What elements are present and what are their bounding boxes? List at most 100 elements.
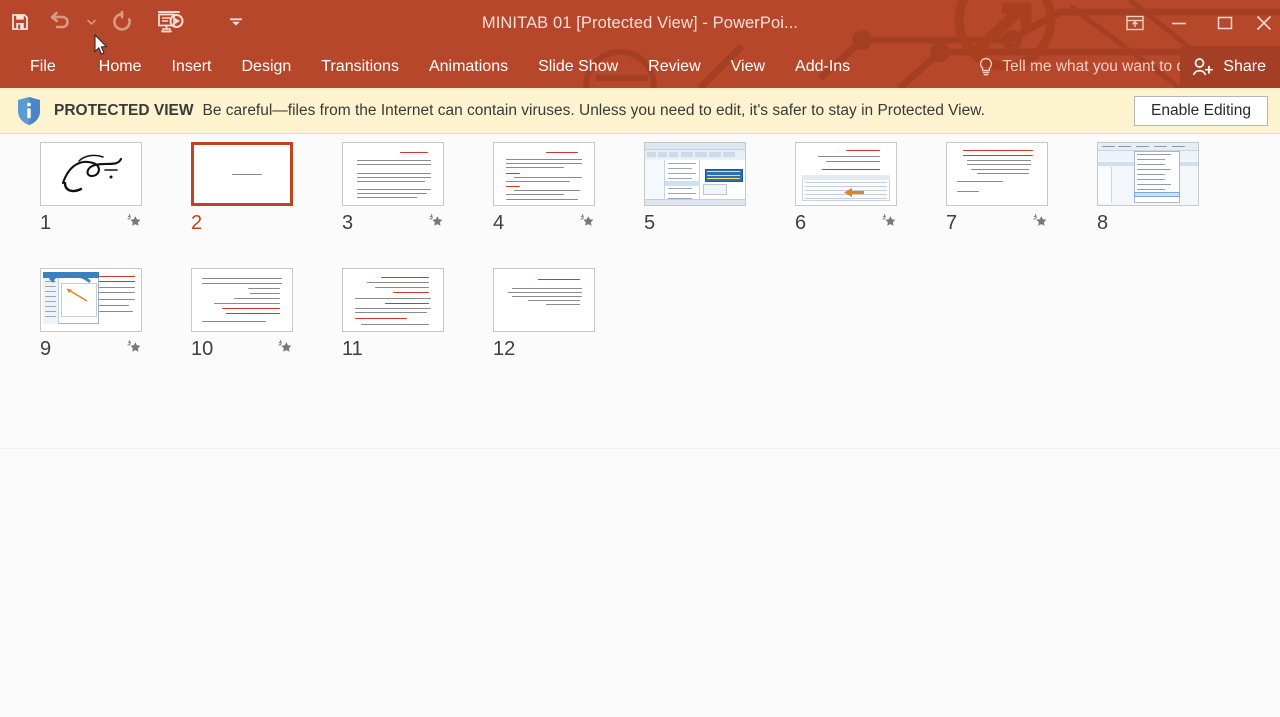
slide-thumbnail-item[interactable]: 11	[342, 268, 493, 361]
thumb-text-line	[967, 164, 1031, 166]
slide-thumbnail-item[interactable]: 3	[342, 142, 493, 235]
tab-design[interactable]: Design	[226, 46, 306, 88]
slide-thumbnail-content	[494, 143, 594, 205]
tell-me-box[interactable]: Tell me what you want to do.	[978, 46, 1198, 88]
slide-thumbnail-item[interactable]: 12	[493, 268, 644, 361]
thumb-text-line	[375, 287, 429, 289]
thumb-text-line	[506, 173, 520, 175]
maximize-button[interactable]	[1202, 6, 1248, 40]
slide-thumbnail-frame[interactable]	[493, 142, 595, 206]
thumb-dropdown-item	[1137, 169, 1171, 171]
animation-star-icon	[278, 339, 292, 352]
slide-thumbnail-item[interactable]: 4	[493, 142, 644, 235]
slide-thumbnail-frame[interactable]	[191, 268, 293, 332]
share-button[interactable]: Share	[1180, 46, 1280, 88]
tab-animations[interactable]: Animations	[414, 46, 523, 88]
thumb-menubar-item	[1102, 146, 1115, 148]
thumb-text-line	[971, 169, 1029, 171]
animation-star-icon	[127, 213, 141, 226]
tab-transitions[interactable]: Transitions	[306, 46, 414, 88]
ribbon-display-options-button[interactable]	[1114, 6, 1156, 40]
slide-thumbnail[interactable]	[342, 142, 444, 206]
enable-editing-button[interactable]: Enable Editing	[1134, 95, 1268, 126]
slide-thumbnail[interactable]	[40, 268, 142, 332]
thumb-text-line	[957, 181, 1003, 183]
thumb-text-line	[250, 293, 280, 295]
slide-thumbnail[interactable]	[946, 142, 1048, 206]
thumb-app-button	[695, 152, 707, 157]
thumb-menu-item	[668, 168, 692, 170]
thumb-text-line	[506, 167, 564, 169]
slide-number: 1	[40, 212, 52, 234]
animation-star-icon	[1033, 213, 1047, 226]
slide-thumbnail-item[interactable]: 1	[40, 142, 191, 235]
tab-review[interactable]: Review	[633, 46, 715, 88]
slide-number: 7	[946, 212, 958, 234]
slide-thumbnail-frame[interactable]	[40, 142, 142, 206]
thumb-text-line	[963, 150, 1033, 152]
thumb-text-line	[202, 321, 266, 323]
slide-number: 11	[342, 338, 363, 360]
thumb-app-button	[681, 152, 693, 157]
slide-thumbnail[interactable]	[40, 142, 142, 206]
tab-insert[interactable]: Insert	[156, 46, 226, 88]
close-button[interactable]	[1248, 6, 1280, 40]
thumb-app-statusbar	[645, 199, 745, 205]
tab-file[interactable]: File	[0, 46, 84, 88]
slide-thumbnail-frame[interactable]	[342, 268, 444, 332]
slide-meta: 7	[946, 211, 1048, 235]
slide-thumbnail-frame[interactable]	[644, 142, 746, 206]
slide-thumbnail-item[interactable]: 10	[191, 268, 342, 361]
slide-thumbnail-frame[interactable]	[191, 142, 293, 206]
slide-thumbnail-item[interactable]: 7	[946, 142, 1097, 235]
slide-thumbnail[interactable]	[191, 142, 293, 206]
slide-thumbnail-content	[194, 145, 290, 203]
slide-number: 12	[493, 338, 516, 360]
slide-thumbnail-item[interactable]: 2	[191, 142, 342, 235]
slide-thumbnail-frame[interactable]	[1097, 142, 1199, 206]
slide-meta: 12	[493, 337, 595, 361]
slide-thumbnail[interactable]	[191, 268, 293, 332]
animation-star-icon	[580, 213, 594, 226]
slide-thumbnail[interactable]	[795, 142, 897, 206]
thumb-text-line	[357, 193, 427, 195]
slide-thumbnail-item[interactable]: 9	[40, 268, 191, 361]
thumb-text-line	[506, 186, 520, 188]
thumb-text-line	[506, 159, 582, 161]
thumb-text-line	[226, 313, 280, 315]
minimize-button[interactable]	[1156, 6, 1202, 40]
slide-thumbnail-frame[interactable]	[493, 268, 595, 332]
thumb-dropdown-highlight	[1134, 192, 1180, 197]
protected-view-label: PROTECTED VIEW	[54, 101, 194, 119]
tab-slide-show[interactable]: Slide Show	[523, 46, 633, 88]
slide-thumbnail-item[interactable]: 6	[795, 142, 946, 235]
slide-grid: 1 2 3 4 5 6 7 8 9 10 11 12	[40, 142, 1260, 394]
slide-thumbnail[interactable]	[493, 268, 595, 332]
thumb-submenu	[703, 184, 727, 195]
slide-thumbnail-frame[interactable]	[946, 142, 1048, 206]
slide-thumbnail-item[interactable]: 8	[1097, 142, 1248, 235]
slide-thumbnail-frame[interactable]	[342, 142, 444, 206]
slide-thumbnail-frame[interactable]	[795, 142, 897, 206]
thumb-text-line	[546, 304, 580, 306]
slide-number: 3	[342, 212, 354, 234]
slide-thumbnail-item[interactable]: 5	[644, 142, 795, 235]
slide-meta: 5	[644, 211, 746, 235]
slide-thumbnail[interactable]	[644, 142, 746, 206]
window-controls	[1114, 4, 1280, 42]
slide-thumbnail[interactable]	[493, 142, 595, 206]
tab-view[interactable]: View	[716, 46, 780, 88]
thumb-left-pane	[1098, 167, 1112, 203]
thumb-text-line	[248, 288, 280, 290]
slide-thumbnail[interactable]	[1097, 142, 1199, 206]
thumb-text-line	[202, 278, 282, 280]
thumb-text-line	[202, 283, 282, 285]
slide-thumbnail[interactable]	[342, 268, 444, 332]
thumb-tooltip-line	[707, 174, 740, 176]
thumb-text-line	[357, 197, 417, 199]
slide-thumbnail-frame[interactable]	[40, 268, 142, 332]
tab-add-ins[interactable]: Add-Ins	[780, 46, 865, 88]
thumb-text-line	[357, 177, 431, 179]
thumb-dropdown-item	[1137, 179, 1165, 181]
thumb-text-line	[528, 300, 580, 302]
